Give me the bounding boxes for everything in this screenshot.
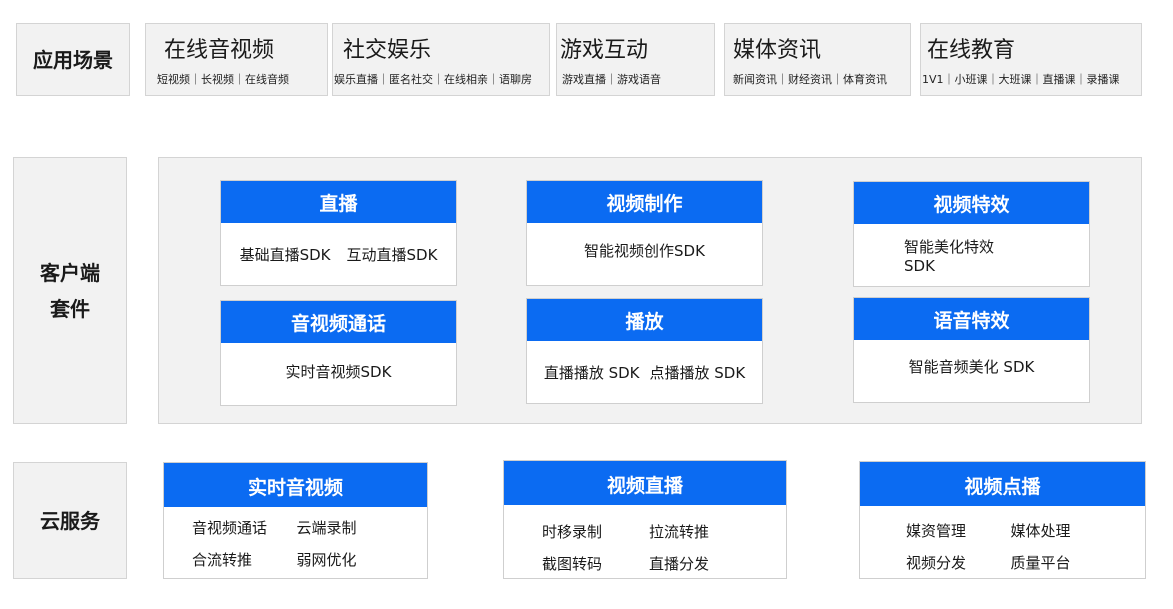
- card-item: 实时音视频SDK: [285, 362, 392, 381]
- client-card-av-call: 音视频通话 实时音视频SDK: [220, 300, 457, 406]
- client-card-live: 直播 基础直播SDK 互动直播SDK: [220, 180, 457, 286]
- scene-subtitle: 娱乐直播｜匿名社交｜在线相亲｜语聊房: [334, 73, 532, 86]
- card-title: 视频制作: [527, 181, 762, 223]
- scene-subtitle: 游戏直播｜游戏语音: [562, 73, 661, 86]
- scene-title: 游戏互动: [560, 38, 649, 63]
- card-body: 智能音频美化 SDK: [854, 340, 1089, 392]
- card-title: 直播: [221, 181, 456, 223]
- card-body: 直播播放 SDK 点播播放 SDK: [527, 341, 762, 403]
- card-title: 视频点播: [860, 462, 1145, 506]
- scene-title: 社交娱乐: [343, 38, 432, 63]
- card-item: 智能美化特效: [904, 237, 995, 256]
- scene-title: 媒体资讯: [733, 38, 822, 63]
- card-title: 视频特效: [854, 182, 1089, 224]
- client-row-label-line2: 套件: [50, 296, 90, 321]
- card-title: 语音特效: [854, 298, 1089, 340]
- scene-row-label: 应用场景: [16, 23, 130, 96]
- card-item: 拉流转推: [649, 523, 710, 541]
- card-title: 实时音视频: [164, 463, 427, 507]
- card-item: SDK: [904, 256, 935, 275]
- card-item: 点播播放 SDK: [649, 363, 746, 382]
- card-item: 视频分发: [906, 554, 967, 572]
- scene-subtitle: 1V1｜小班课｜大班课｜直播课｜录播课: [922, 73, 1120, 86]
- card-body: 音视频通话 云端录制 合流转推 弱网优化: [164, 507, 427, 570]
- card-title: 视频直播: [504, 461, 786, 505]
- cloud-row-label-text: 云服务: [40, 508, 100, 533]
- card-item: 互动直播SDK: [346, 245, 438, 264]
- card-body: 智能视频创作SDK: [527, 223, 762, 277]
- card-item: 直播播放 SDK: [543, 363, 640, 382]
- card-item: 云端录制: [296, 519, 357, 537]
- scene-subtitle: 短视频｜长视频｜在线音频: [157, 73, 289, 86]
- card-item: 质量平台: [1010, 554, 1071, 572]
- client-card-voice-effects: 语音特效 智能音频美化 SDK: [853, 297, 1090, 403]
- card-item: 智能音频美化 SDK: [908, 357, 1035, 376]
- card-item: 音视频通话: [192, 519, 268, 537]
- card-item: 合流转推: [192, 551, 253, 569]
- scene-card-media: 媒体资讯 新闻资讯｜财经资讯｜体育资讯: [724, 23, 911, 96]
- client-card-video-effects: 视频特效 智能美化特效 SDK: [853, 181, 1090, 287]
- scene-card-edu: 在线教育 1V1｜小班课｜大班课｜直播课｜录播课: [920, 23, 1142, 96]
- scene-card-social: 社交娱乐 娱乐直播｜匿名社交｜在线相亲｜语聊房: [332, 23, 550, 96]
- card-title: 播放: [527, 299, 762, 341]
- scene-card-game: 游戏互动 游戏直播｜游戏语音: [556, 23, 715, 96]
- cloud-card-live: 视频直播 时移录制 拉流转推 截图转码 直播分发: [503, 460, 787, 579]
- scene-row-label-text: 应用场景: [33, 47, 113, 72]
- card-title: 音视频通话: [221, 301, 456, 343]
- scene-card-av: 在线音视频 短视频｜长视频｜在线音频: [145, 23, 328, 96]
- card-item: 基础直播SDK: [239, 245, 331, 264]
- cloud-card-rtc: 实时音视频 音视频通话 云端录制 合流转推 弱网优化: [163, 462, 428, 579]
- card-item: 截图转码: [542, 555, 603, 573]
- card-item: 媒资管理: [906, 522, 967, 540]
- client-row-label-line1: 客户端: [40, 260, 100, 285]
- client-card-playback: 播放 直播播放 SDK 点播播放 SDK: [526, 298, 763, 404]
- card-body: 实时音视频SDK: [221, 343, 456, 399]
- client-row-label: 客户端 套件: [13, 157, 127, 424]
- card-body: 时移录制 拉流转推 截图转码 直播分发: [504, 505, 786, 574]
- scene-title: 在线教育: [927, 38, 1016, 63]
- card-body: 智能美化特效 SDK: [854, 224, 1089, 286]
- scene-title: 在线音视频: [164, 38, 275, 63]
- scene-subtitle: 新闻资讯｜财经资讯｜体育资讯: [733, 73, 887, 86]
- card-item: 弱网优化: [296, 551, 357, 569]
- cloud-card-vod: 视频点播 媒资管理 媒体处理 视频分发 质量平台: [859, 461, 1146, 579]
- card-body: 基础直播SDK 互动直播SDK: [221, 223, 456, 285]
- client-card-video-production: 视频制作 智能视频创作SDK: [526, 180, 763, 286]
- card-item: 智能视频创作SDK: [584, 241, 705, 260]
- card-body: 媒资管理 媒体处理 视频分发 质量平台: [860, 506, 1145, 573]
- cloud-row-label: 云服务: [13, 462, 127, 579]
- card-item: 时移录制: [542, 523, 603, 541]
- card-item: 直播分发: [649, 555, 710, 573]
- card-item: 媒体处理: [1010, 522, 1071, 540]
